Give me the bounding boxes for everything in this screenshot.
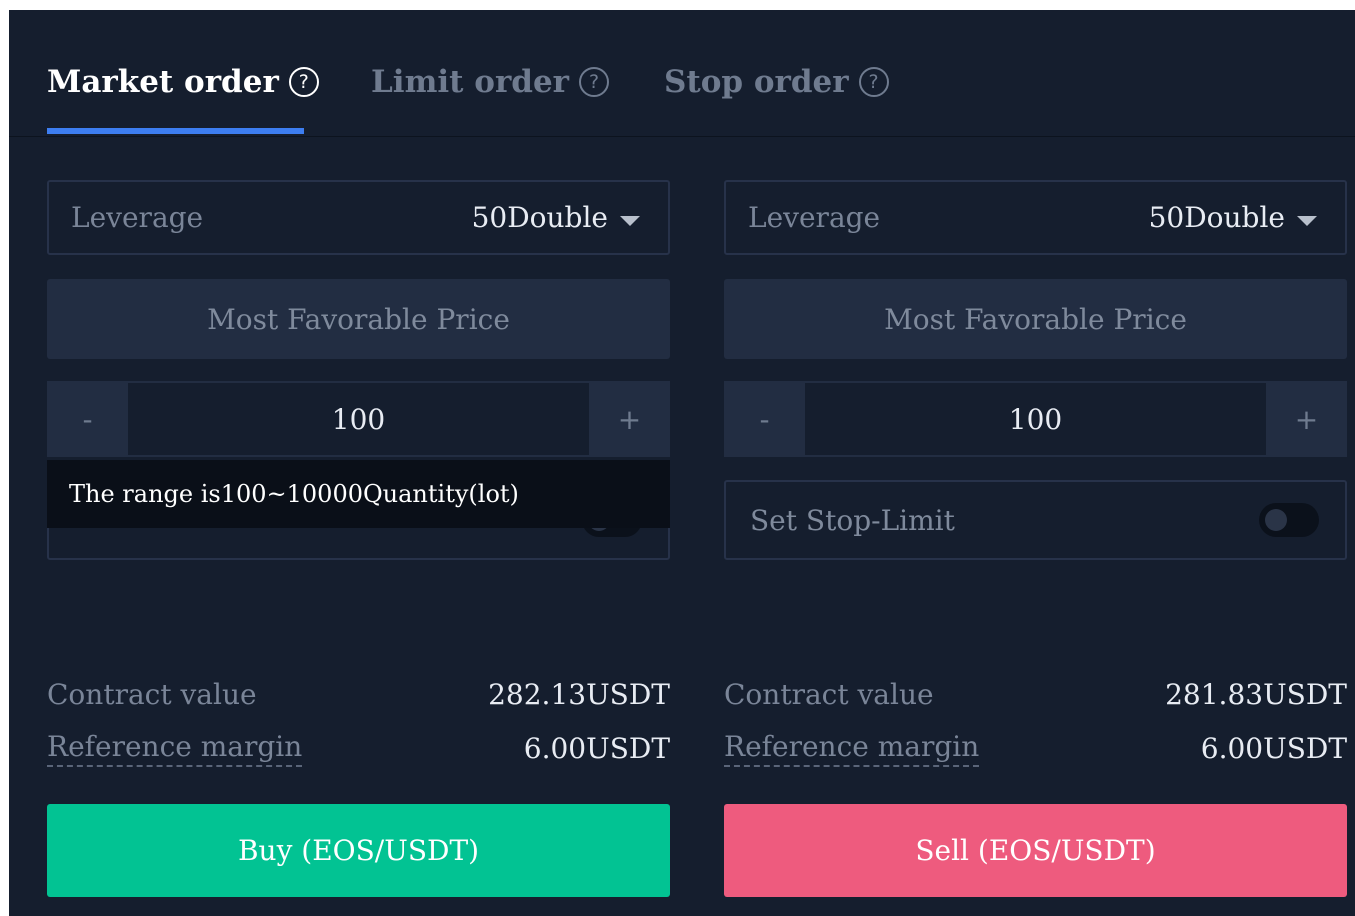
sell-form: Leverage 50Double Most Favorable Price -… [724,10,1347,916]
reference-margin-label[interactable]: Reference margin [47,730,303,767]
contract-value-row: Contract value 282.13USDT [47,678,670,711]
stop-limit-label: Set Stop-Limit [750,503,955,537]
quantity-stepper: - 100 + [47,381,670,457]
chevron-down-icon [620,215,640,226]
buy-form: Leverage 50Double Most Favorable Price -… [47,10,670,916]
most-favorable-price-button[interactable]: Most Favorable Price [47,279,670,359]
increment-button[interactable]: + [1266,381,1347,457]
leverage-value: 50Double [1149,201,1317,234]
leverage-value: 50Double [472,201,640,234]
leverage-label: Leverage [748,201,881,234]
sell-button[interactable]: Sell (EOS/USDT) [724,804,1347,897]
reference-margin-row: Reference margin 6.00USDT [47,730,670,767]
quantity-input[interactable]: 100 [128,381,589,457]
leverage-label: Leverage [71,201,204,234]
quantity-stepper: - 100 + [724,381,1347,457]
leverage-select[interactable]: Leverage 50Double [724,180,1347,255]
decrement-button[interactable]: - [47,381,128,457]
reference-margin-value: 6.00USDT [523,732,670,765]
leverage-select[interactable]: Leverage 50Double [47,180,670,255]
most-favorable-price-button[interactable]: Most Favorable Price [724,279,1347,359]
contract-value: 281.83USDT [1165,678,1347,711]
buy-button[interactable]: Buy (EOS/USDT) [47,804,670,897]
quantity-input[interactable]: 100 [805,381,1266,457]
toggle-knob [1265,509,1287,531]
order-panel: Market order ? Limit order ? Stop order … [9,10,1355,916]
chevron-down-icon [1297,215,1317,226]
stop-limit-toggle[interactable] [1259,503,1319,537]
reference-margin-value: 6.00USDT [1200,732,1347,765]
contract-value: 282.13USDT [488,678,670,711]
increment-button[interactable]: + [589,381,670,457]
contract-value-row: Contract value 281.83USDT [724,678,1347,711]
contract-value-label: Contract value [724,678,934,711]
contract-value-label: Contract value [47,678,257,711]
decrement-button[interactable]: - [724,381,805,457]
reference-margin-label[interactable]: Reference margin [724,730,980,767]
leverage-value-text: 50Double [1148,201,1285,234]
leverage-value-text: 50Double [471,201,608,234]
quantity-range-tooltip: The range is100~10000Quantity(lot) [47,460,670,528]
reference-margin-row: Reference margin 6.00USDT [724,730,1347,767]
stop-limit-row: Set Stop-Limit [724,480,1347,560]
